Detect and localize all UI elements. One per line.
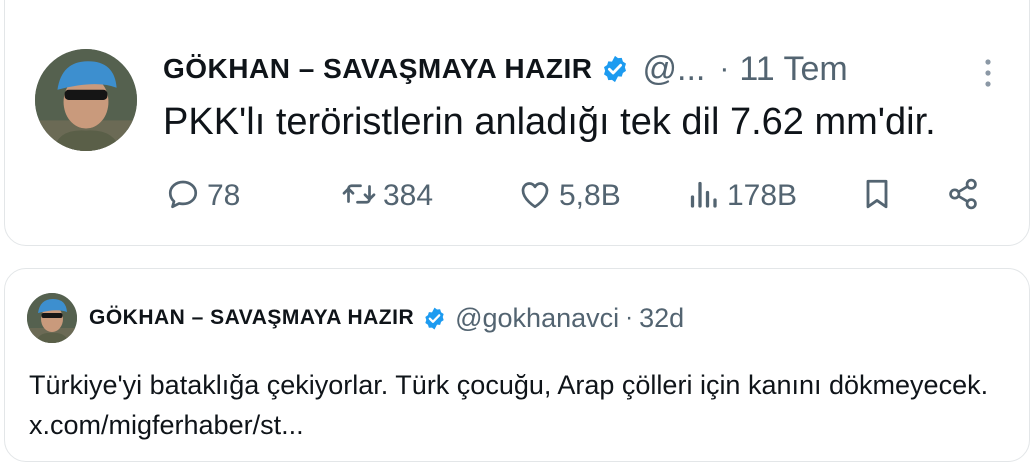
share-button[interactable] bbox=[945, 173, 981, 219]
heart-icon bbox=[517, 176, 553, 217]
reply-icon bbox=[165, 176, 201, 217]
separator-dot: · bbox=[625, 304, 634, 331]
author-name[interactable]: GÖKHAN – SAVAŞMAYA HAZIR bbox=[163, 53, 592, 85]
verified-badge-icon bbox=[422, 306, 447, 331]
verified-badge-icon bbox=[600, 54, 630, 84]
quoted-author-handle: @gokhanavci bbox=[455, 302, 620, 333]
author-handle[interactable]: @... bbox=[642, 50, 705, 89]
tweet-text: PKK'lı teröristlerin anladığı tek dil 7.… bbox=[163, 101, 936, 143]
separator-dot: · bbox=[719, 52, 730, 85]
avatar[interactable] bbox=[35, 49, 137, 151]
like-button[interactable]: 5,8B bbox=[517, 173, 621, 219]
quoted-tweet-text: Türkiye'yi bataklığa çekiyorlar. Türk ço… bbox=[29, 370, 989, 440]
bookmark-icon bbox=[859, 176, 895, 217]
tweet-card[interactable]: GÖKHAN – SAVAŞMAYA HAZIR @... · 11 Tem P… bbox=[4, 0, 1030, 246]
repost-icon bbox=[341, 176, 377, 217]
more-vertical-icon[interactable] bbox=[973, 55, 1003, 91]
reply-count: 78 bbox=[207, 179, 241, 212]
views-icon bbox=[685, 176, 721, 217]
view-count: 178B bbox=[727, 179, 798, 212]
bookmark-button[interactable] bbox=[859, 173, 895, 219]
avatar-image bbox=[27, 293, 77, 343]
tweet-header: GÖKHAN – SAVAŞMAYA HAZIR @... · 11 Tem bbox=[163, 49, 848, 89]
reply-button[interactable]: 78 bbox=[165, 173, 240, 219]
repost-button[interactable]: 384 bbox=[341, 173, 433, 219]
tweet-actions: 78 384 5,8B 178B bbox=[5, 173, 1029, 219]
avatar-image bbox=[35, 49, 137, 151]
quoted-avatar[interactable] bbox=[27, 293, 77, 343]
share-icon bbox=[945, 176, 981, 217]
quoted-author-name: GÖKHAN – SAVAŞMAYA HAZIR bbox=[89, 306, 415, 329]
quoted-tweet-card[interactable]: GÖKHAN – SAVAŞMAYA HAZIR @gokhanavci · 3… bbox=[4, 268, 1030, 462]
quoted-tweet-header: GÖKHAN – SAVAŞMAYA HAZIR @gokhanavci · 3… bbox=[89, 303, 684, 333]
like-count: 5,8B bbox=[559, 179, 621, 212]
views-button[interactable]: 178B bbox=[685, 173, 797, 219]
repost-count: 384 bbox=[383, 179, 434, 212]
quoted-timestamp: 32d bbox=[639, 302, 685, 333]
timestamp[interactable]: 11 Tem bbox=[739, 50, 847, 89]
